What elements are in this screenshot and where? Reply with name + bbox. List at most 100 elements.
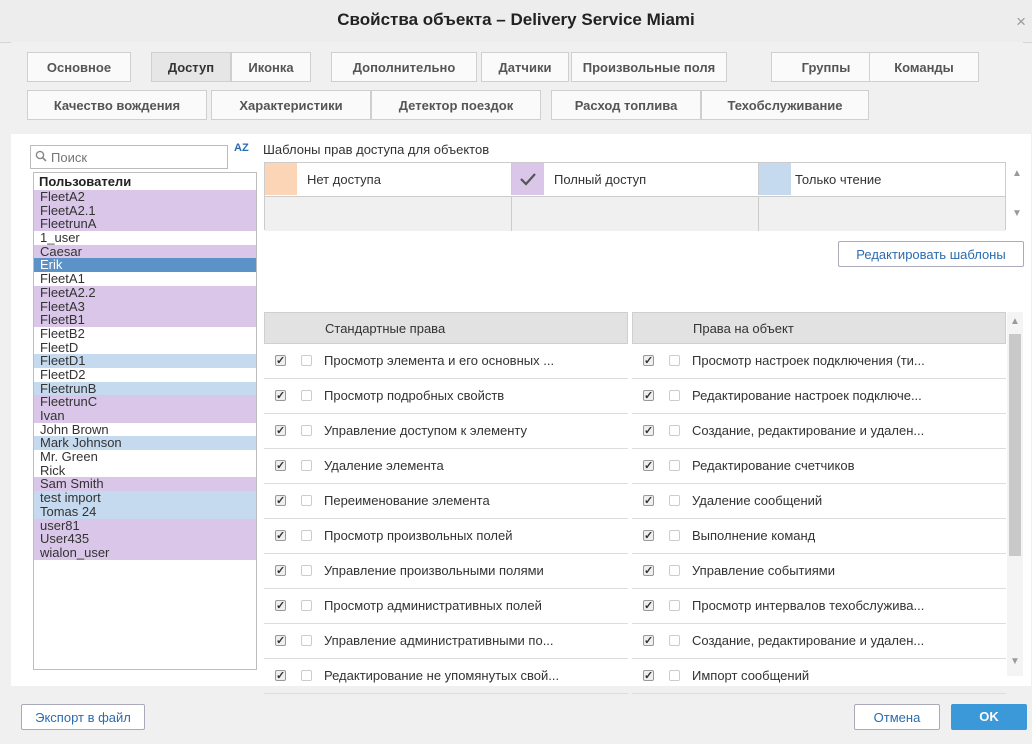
user-list-item[interactable]: FleetB2	[34, 327, 256, 341]
right-row[interactable]: Создание, редактирование и удален...	[632, 414, 1006, 449]
right-row[interactable]: Управление административными по...	[264, 624, 628, 659]
right-row[interactable]: Редактирование настроек подключе...	[632, 379, 1006, 414]
scroll-up-icon[interactable]: ▲	[1010, 316, 1020, 327]
right-row[interactable]: Выполнение команд	[632, 519, 1006, 554]
user-list-item[interactable]: FleetD1	[34, 354, 256, 368]
checkbox-checked[interactable]	[275, 414, 286, 448]
checkbox-empty[interactable]	[669, 635, 680, 646]
scroll-down-icon[interactable]: ▼	[1012, 208, 1022, 219]
checkbox-checked[interactable]	[643, 519, 654, 553]
checkbox-checked[interactable]	[643, 659, 654, 693]
checkbox-empty[interactable]	[301, 565, 312, 576]
checkbox-empty[interactable]	[669, 460, 680, 471]
users-list[interactable]: Пользователи FleetA2 FleetA2.1 FleetrunA 1_…	[33, 172, 257, 670]
user-list-item[interactable]: wialon_user	[34, 546, 256, 560]
checkbox-empty[interactable]	[669, 495, 680, 506]
right-row[interactable]: Просмотр интервалов техобслужива...	[632, 589, 1006, 624]
right-row[interactable]: Переименование элемента	[264, 484, 628, 519]
right-row[interactable]: Просмотр произвольных полей	[264, 519, 628, 554]
checkbox-empty[interactable]	[301, 600, 312, 611]
template-read-only[interactable]: Только чтение	[759, 163, 1005, 195]
checkbox-empty[interactable]	[301, 495, 312, 506]
tab-5[interactable]: Произвольные поля	[571, 52, 727, 82]
user-list-item[interactable]: John Brown	[34, 422, 256, 437]
user-list-item[interactable]: FleetA1	[34, 272, 256, 286]
checkbox-checked[interactable]	[643, 414, 654, 448]
right-row[interactable]: Просмотр подробных свойств	[264, 379, 628, 414]
export-to-file-button[interactable]: Экспорт в файл	[21, 704, 145, 730]
templates-scrollbar[interactable]: ▲ ▼	[1010, 162, 1024, 230]
user-list-item[interactable]: Caesar	[34, 245, 256, 259]
checkbox-empty[interactable]	[669, 390, 680, 401]
tab-3[interactable]: Расход топлива	[551, 90, 701, 120]
template-full-access[interactable]: Полный доступ	[512, 163, 759, 195]
checkbox-empty[interactable]	[669, 670, 680, 681]
user-list-item[interactable]: FleetA3	[34, 299, 256, 314]
tab-3[interactable]: Дополнительно	[331, 52, 477, 82]
right-row[interactable]: Редактирование счетчиков	[632, 449, 1006, 484]
right-row[interactable]: Просмотр элемента и его основных ...	[264, 344, 628, 379]
checkbox-checked[interactable]	[275, 484, 286, 518]
user-list-item[interactable]: 1_user	[34, 231, 256, 245]
user-list-item[interactable]: FleetrunC	[34, 395, 256, 409]
checkbox-empty[interactable]	[669, 425, 680, 436]
tab-6[interactable]: Группы	[771, 52, 881, 82]
checkbox-empty[interactable]	[301, 390, 312, 401]
checkbox-checked[interactable]	[275, 344, 286, 378]
right-row[interactable]: Управление событиями	[632, 554, 1006, 589]
sort-az-icon[interactable]: AZ	[234, 143, 249, 154]
user-list-item[interactable]: Mr. Green	[34, 450, 256, 464]
tab-4[interactable]: Датчики	[481, 52, 569, 82]
rights-scrollbar[interactable]: ▲ ▼	[1007, 312, 1023, 676]
tab-7[interactable]: Команды	[869, 52, 979, 82]
user-list-item[interactable]: FleetD2	[34, 368, 256, 382]
user-list-item[interactable]: FleetrunA	[34, 217, 256, 232]
user-list-item[interactable]: user81	[34, 518, 256, 533]
user-list-item[interactable]: FleetD	[34, 340, 256, 355]
tab-0[interactable]: Качество вождения	[27, 90, 207, 120]
checkbox-checked[interactable]	[643, 589, 654, 623]
right-row[interactable]: Просмотр административных полей	[264, 589, 628, 624]
ok-button[interactable]: OK	[951, 704, 1027, 730]
right-row[interactable]: Удаление элемента	[264, 449, 628, 484]
tab-1[interactable]: Доступ	[151, 52, 231, 82]
checkbox-checked[interactable]	[643, 554, 654, 588]
scrollbar-thumb[interactable]	[1009, 334, 1021, 556]
right-row[interactable]: Импорт сообщений	[632, 659, 1006, 694]
tab-2[interactable]: Детектор поездок	[371, 90, 541, 120]
user-list-item[interactable]: Rick	[34, 464, 256, 478]
checkbox-empty[interactable]	[301, 530, 312, 541]
checkbox-empty[interactable]	[301, 460, 312, 471]
right-row[interactable]: Управление доступом к элементу	[264, 414, 628, 449]
search-field[interactable]	[30, 145, 228, 169]
checkbox-empty[interactable]	[669, 355, 680, 366]
search-input[interactable]	[49, 146, 223, 168]
user-list-item[interactable]: test import	[34, 491, 256, 505]
checkbox-checked[interactable]	[275, 624, 286, 658]
tab-2[interactable]: Иконка	[231, 52, 311, 82]
user-list-item[interactable]: Ivan	[34, 409, 256, 423]
close-icon[interactable]: ×	[1016, 12, 1026, 32]
right-row[interactable]: Управление произвольными полями	[264, 554, 628, 589]
checkbox-empty[interactable]	[669, 600, 680, 611]
user-list-item[interactable]: Tomas 24	[34, 505, 256, 519]
checkbox-empty[interactable]	[301, 355, 312, 366]
checkbox-checked[interactable]	[275, 449, 286, 483]
right-row[interactable]: Просмотр настроек подключения (ти...	[632, 344, 1006, 379]
checkbox-checked[interactable]	[275, 554, 286, 588]
checkbox-empty[interactable]	[301, 670, 312, 681]
checkbox-empty[interactable]	[669, 530, 680, 541]
scroll-up-icon[interactable]: ▲	[1012, 168, 1022, 179]
edit-templates-button[interactable]: Редактировать шаблоны	[838, 241, 1024, 267]
tab-0[interactable]: Основное	[27, 52, 131, 82]
checkbox-checked[interactable]	[275, 519, 286, 553]
user-list-item[interactable]: Erik	[34, 258, 256, 273]
template-no-access[interactable]: Нет доступа	[265, 163, 512, 195]
checkbox-checked[interactable]	[275, 589, 286, 623]
tab-4[interactable]: Техобслуживание	[701, 90, 869, 120]
checkbox-checked[interactable]	[275, 659, 286, 693]
tab-1[interactable]: Характеристики	[211, 90, 371, 120]
user-list-item[interactable]: FleetrunB	[34, 381, 256, 396]
scroll-down-icon[interactable]: ▼	[1010, 656, 1020, 667]
user-list-item[interactable]: User435	[34, 532, 256, 546]
